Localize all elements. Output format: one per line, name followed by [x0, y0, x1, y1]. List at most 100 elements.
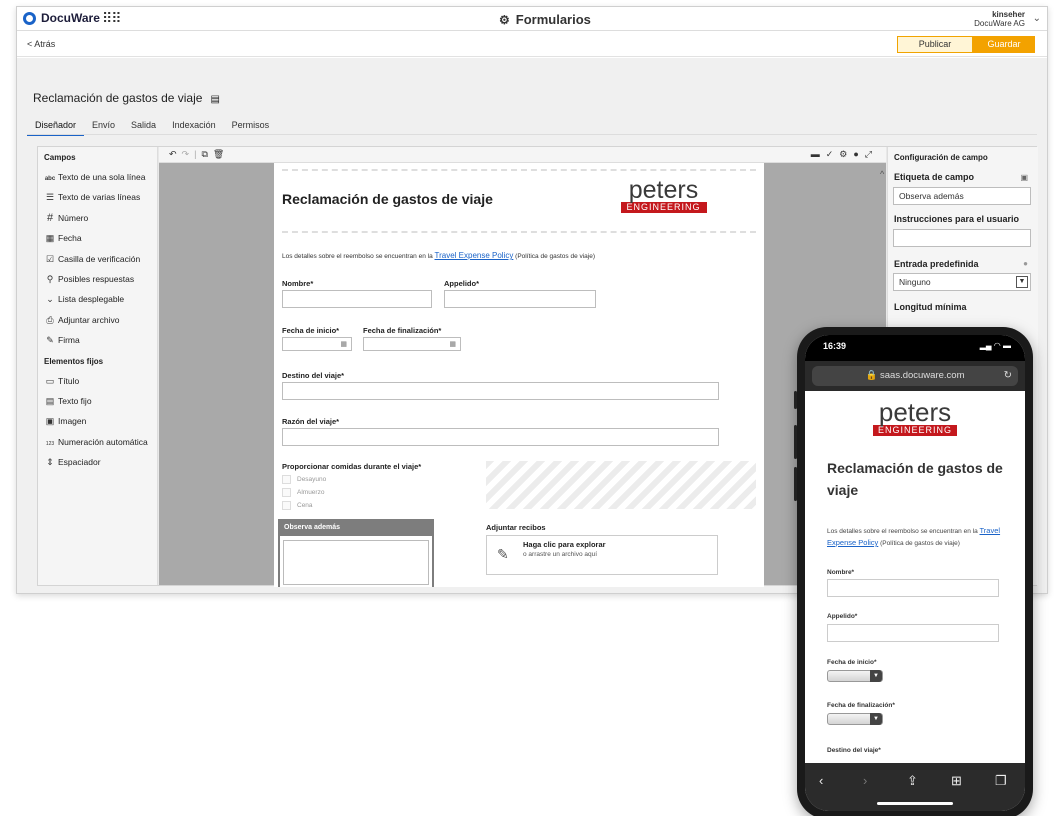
- label-razon: Razón del viaje*: [282, 417, 340, 426]
- field-label: Título: [58, 375, 80, 386]
- page-title: Reclamación de gastos de viaje ▤: [33, 91, 220, 105]
- option-desayuno[interactable]: Desayuno: [282, 475, 326, 484]
- field-number[interactable]: # Número: [38, 208, 157, 228]
- label-fecha-inicio: Fecha de inicio*: [282, 326, 340, 335]
- checkbox-icon: ☑: [45, 253, 55, 264]
- option-almuerzo[interactable]: Almuerzo: [282, 488, 324, 497]
- input-fecha-inicio[interactable]: ▦: [282, 337, 352, 351]
- date-picker-fin[interactable]: ▼: [827, 713, 883, 725]
- fixed-text[interactable]: ▤ Texto fijo: [38, 391, 157, 411]
- logo-main-text: peters: [628, 176, 699, 204]
- settings-icon[interactable]: ⚙: [839, 149, 853, 159]
- input-nombre[interactable]: [827, 579, 999, 597]
- trash-icon[interactable]: 🗑: [213, 149, 229, 159]
- field-label: Número: [58, 212, 89, 223]
- observa-field-selected[interactable]: Observa además: [278, 519, 434, 587]
- field-attach[interactable]: ⎙ Adjuntar archivo: [38, 310, 157, 330]
- browser-address-bar: 🔒 saas.docuware.com ↻: [805, 361, 1025, 391]
- label-apellido: Appelido*: [444, 279, 479, 288]
- fixed-spacer[interactable]: ⇕ Espaciador: [38, 452, 157, 472]
- logo-sub-text: ENGINEERING: [873, 425, 957, 436]
- field-label-icon[interactable]: ▣: [1020, 173, 1028, 182]
- peters-logo[interactable]: peters ENGINEERING: [620, 178, 707, 216]
- forward-icon[interactable]: ›: [863, 773, 867, 788]
- app-launcher-icon[interactable]: ⠿⠿: [102, 11, 121, 25]
- input-nombre[interactable]: [282, 290, 432, 308]
- fixed-title[interactable]: ▭ Título: [38, 371, 157, 391]
- reload-icon[interactable]: ↻: [1004, 366, 1012, 386]
- calendar-icon[interactable]: ▦: [449, 340, 456, 348]
- chevron-down-icon[interactable]: ⌄: [1033, 13, 1041, 24]
- label-adjuntar: Adjuntar recibos: [486, 523, 546, 532]
- input-fecha-fin[interactable]: ▦: [363, 337, 461, 351]
- field-date[interactable]: ▦ Fecha: [38, 228, 157, 248]
- upload-dropzone[interactable]: ✎ Haga clic para explorar o arrastre un …: [486, 535, 718, 575]
- fixed-autonumber[interactable]: 123 Numeración automática: [38, 432, 157, 452]
- copy-icon[interactable]: ⧉: [201, 149, 212, 159]
- input-etiqueta[interactable]: Observa además: [893, 187, 1031, 205]
- input-destino[interactable]: [282, 382, 719, 400]
- input-apellido[interactable]: [827, 624, 999, 642]
- checkbox[interactable]: [282, 501, 291, 510]
- preview-icon[interactable]: ●: [853, 149, 864, 159]
- comment-icon[interactable]: ▤: [210, 94, 219, 105]
- field-checkbox[interactable]: ☑ Casilla de verificación: [38, 249, 157, 269]
- bookmarks-icon[interactable]: ⊞: [951, 773, 962, 789]
- redo-icon[interactable]: ↷: [182, 149, 195, 159]
- undo-icon[interactable]: ↶: [169, 149, 182, 159]
- select-entrada[interactable]: Ninguno ▼: [893, 273, 1031, 291]
- radio-options-icon: ⚲: [46, 273, 54, 284]
- divider: [282, 169, 756, 171]
- calendar-icon[interactable]: ▦: [340, 340, 347, 348]
- logo-sub-text: ENGINEERING: [620, 202, 707, 213]
- option-label: Cena: [297, 502, 313, 509]
- field-dropdown[interactable]: ⌄ Lista desplegable: [38, 289, 157, 309]
- checkbox[interactable]: [282, 475, 291, 484]
- attach-file-icon: ⎙: [46, 314, 54, 325]
- share-icon[interactable]: ⇪: [907, 773, 918, 789]
- paperclip-icon: ✎: [497, 546, 509, 562]
- back-link[interactable]: < Atrás: [27, 39, 55, 49]
- chevron-up-icon[interactable]: ^: [880, 169, 884, 179]
- field-single-line[interactable]: abc Texto de una sola línea: [38, 167, 157, 187]
- fixed-text-icon: ▤: [45, 395, 55, 406]
- validate-icon[interactable]: ✓: [826, 149, 840, 159]
- chevron-down-icon[interactable]: ▼: [1016, 276, 1028, 288]
- field-label: Numeración automática: [58, 436, 148, 447]
- gear-icon: ⚙: [499, 13, 510, 27]
- date-picker-inicio[interactable]: ▼: [827, 670, 883, 682]
- observa-textarea[interactable]: [283, 540, 429, 585]
- field-label: Fecha: [58, 233, 82, 244]
- back-icon[interactable]: ‹: [819, 773, 823, 788]
- publish-button[interactable]: Publicar: [897, 36, 973, 53]
- form-heading[interactable]: Reclamación de gastos de viaje: [282, 191, 493, 207]
- home-indicator: [877, 802, 953, 805]
- desc-text: Los detalles sobre el reembolso se encue…: [827, 528, 978, 535]
- brand[interactable]: DocuWare: [23, 11, 100, 25]
- user-menu[interactable]: kinseher DocuWare AG: [974, 10, 1025, 28]
- fixed-image[interactable]: ▣ Imagen: [38, 411, 157, 431]
- desc-suffix: (Política de gastos de viaje): [515, 253, 596, 260]
- observa-label: Observa además: [280, 521, 432, 536]
- expand-icon[interactable]: ⤢: [865, 149, 878, 159]
- form-description[interactable]: Los detalles sobre el reembolso se encue…: [282, 251, 595, 260]
- checkbox[interactable]: [282, 488, 291, 497]
- field-signature[interactable]: ✎ Firma: [38, 330, 157, 350]
- dropdown-arrow-icon: ▼: [870, 670, 882, 682]
- input-apellido[interactable]: [444, 290, 596, 308]
- info-icon[interactable]: ●: [1023, 259, 1028, 268]
- url-field[interactable]: 🔒 saas.docuware.com ↻: [812, 366, 1018, 386]
- form-document: Reclamación de gastos de viaje peters EN…: [274, 163, 764, 587]
- save-button[interactable]: Guardar: [973, 36, 1035, 53]
- field-multi-line[interactable]: ☰ Texto de varias líneas: [38, 187, 157, 207]
- input-instrucciones[interactable]: [893, 229, 1031, 247]
- label-etiqueta: Etiqueta de campo: [894, 172, 975, 182]
- tabs-icon[interactable]: ❐: [995, 773, 1007, 789]
- policy-link[interactable]: Travel Expense Policy: [435, 251, 514, 260]
- input-razon[interactable]: [282, 428, 719, 446]
- spacer-placeholder[interactable]: [486, 461, 756, 509]
- field-radio[interactable]: ⚲ Posibles respuestas: [38, 269, 157, 289]
- field-label: Lista desplegable: [58, 294, 125, 305]
- save-layout-icon[interactable]: ▬: [811, 149, 826, 159]
- option-cena[interactable]: Cena: [282, 501, 313, 510]
